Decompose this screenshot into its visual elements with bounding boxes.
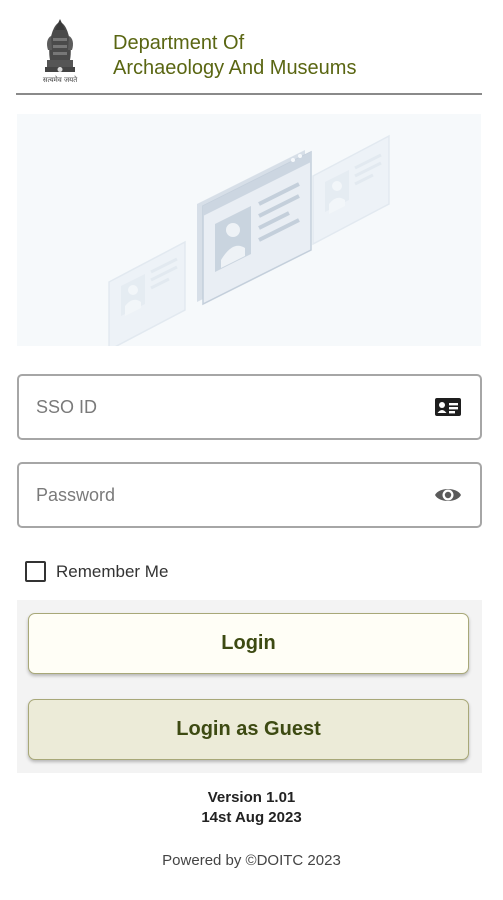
sso-id-field[interactable] bbox=[17, 374, 482, 440]
version-label: Version 1.01 bbox=[207, 789, 296, 806]
remember-me-label: Remember Me bbox=[56, 562, 169, 581]
button-panel: Login Login as Guest bbox=[17, 600, 482, 773]
profile-cards-illustration bbox=[17, 114, 481, 346]
login-button[interactable]: Login bbox=[28, 613, 469, 674]
id-card-icon bbox=[434, 395, 462, 419]
password-input[interactable] bbox=[36, 464, 416, 526]
title-line-1: Department Of bbox=[113, 32, 245, 54]
header-divider bbox=[16, 93, 482, 95]
remember-me-checkbox[interactable] bbox=[25, 561, 46, 582]
password-field[interactable] bbox=[17, 462, 482, 528]
eye-icon[interactable] bbox=[434, 483, 462, 507]
page-title: Department Of Archaeology And Museums bbox=[113, 31, 356, 81]
title-line-2: Archaeology And Museums bbox=[113, 57, 357, 79]
state-emblem-icon: सत्यमेव जयते bbox=[38, 14, 82, 90]
sso-id-input[interactable] bbox=[36, 376, 416, 438]
app-header: सत्यमेव जयते Department Of Archaeology A… bbox=[0, 0, 503, 96]
version-date: 14st Aug 2023 bbox=[201, 809, 302, 826]
login-as-guest-button[interactable]: Login as Guest bbox=[28, 699, 469, 760]
emblem-caption: सत्यमेव जयते bbox=[42, 76, 78, 84]
powered-by: Powered by ©DOITC 2023 bbox=[162, 852, 341, 869]
